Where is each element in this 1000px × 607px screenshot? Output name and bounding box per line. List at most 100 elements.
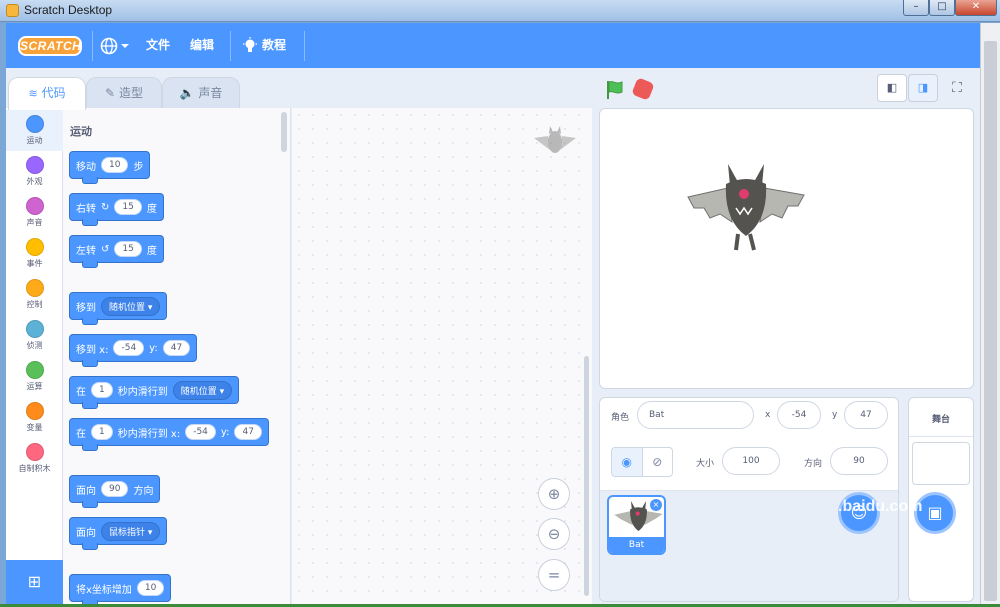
block-text: y: <box>149 342 158 354</box>
zoom-in-button[interactable]: ⊕ <box>538 478 570 510</box>
menu-divider <box>230 31 231 61</box>
block-text: 步 <box>133 161 144 173</box>
tab-sounds[interactable]: 🔈 声音 <box>162 77 240 109</box>
sprite-thumbnail-bat[interactable]: × Bat <box>607 495 666 555</box>
y-input[interactable]: 47 <box>234 424 262 440</box>
size-label: 大小 <box>696 459 715 469</box>
block-text: 度 <box>146 203 157 215</box>
delete-sprite-button[interactable]: × <box>650 499 662 511</box>
category-label: 自制积木 <box>18 464 51 473</box>
green-flag-icon[interactable] <box>604 79 626 101</box>
bat-sprite[interactable] <box>684 164 808 260</box>
category-control[interactable]: 控制 <box>6 274 63 315</box>
direction-label: 方向 <box>804 459 823 469</box>
close-button[interactable]: ✕ <box>955 0 997 16</box>
x-input[interactable]: -54 <box>185 424 216 440</box>
category-variables[interactable]: 变量 <box>6 397 63 438</box>
seconds-input[interactable]: 1 <box>91 382 113 398</box>
x-input[interactable]: -54 <box>113 340 145 356</box>
category-label: 运动 <box>26 136 43 145</box>
block-point-towards[interactable]: 面向 鼠标指针 ▾ <box>69 517 168 550</box>
normal-stage-button[interactable]: ◨ <box>908 74 938 102</box>
category-sensing[interactable]: 侦测 <box>6 315 63 356</box>
direction-input[interactable]: 90 <box>830 447 888 475</box>
category-events[interactable]: 事件 <box>6 233 63 274</box>
block-glide[interactable]: 在 1 秒内滑行到 随机位置 ▾ <box>69 376 240 409</box>
window-title: Scratch Desktop <box>24 3 113 17</box>
goto-target-dropdown[interactable]: 随机位置 ▾ <box>101 296 161 316</box>
tab-code[interactable]: ≋ 代码 <box>8 77 86 110</box>
image-icon: ▣ <box>927 503 943 522</box>
degrees-input[interactable]: 15 <box>114 241 142 257</box>
category-motion[interactable]: 运动 <box>6 110 63 151</box>
language-menu[interactable] <box>100 23 130 68</box>
tutorials-menu[interactable]: 教程 <box>242 23 286 68</box>
divider <box>909 436 973 437</box>
steps-input[interactable]: 10 <box>101 157 129 173</box>
file-menu[interactable]: 文件 <box>146 23 170 68</box>
hide-sprite-button[interactable]: ⊘ <box>643 448 673 476</box>
category-sound[interactable]: 声音 <box>6 192 63 233</box>
sprite-name-input[interactable]: Bat <box>637 401 754 429</box>
palette-scrollbar[interactable] <box>281 112 287 152</box>
degrees-input[interactable]: 15 <box>114 199 142 215</box>
script-area[interactable]: ⊕ ⊖ = <box>292 108 592 604</box>
block-change-x[interactable]: 将x坐标增加 10 <box>69 574 172 604</box>
fullscreen-icon: ⛶ <box>952 80 962 96</box>
block-goto-xy[interactable]: 移到 x: -54 y: 47 <box>69 334 198 367</box>
block-text: 左转 <box>76 245 96 257</box>
speaker-icon: 🔈 <box>179 86 195 100</box>
towards-dropdown[interactable]: 鼠标指针 ▾ <box>101 521 161 541</box>
edit-menu[interactable]: 编辑 <box>190 23 214 68</box>
add-extension-button[interactable]: ⊞ <box>6 560 63 604</box>
zoom-reset-button[interactable]: = <box>538 559 570 591</box>
visibility-toggle: ◉ ⊘ <box>611 447 673 477</box>
size-input[interactable]: 100 <box>722 447 780 475</box>
tab-code-label: 代码 <box>41 86 66 100</box>
palette-section-title: 运动 <box>70 125 92 138</box>
block-turn-right[interactable]: 右转 ↻ 15 度 <box>69 193 164 226</box>
direction-input[interactable]: 90 <box>101 481 129 497</box>
maximize-button[interactable]: □ <box>929 0 955 16</box>
y-input[interactable]: 47 <box>162 340 191 356</box>
tab-costumes[interactable]: ✎ 造型 <box>86 77 162 109</box>
menu-bar: SCRATCH 文件 编辑 教程 <box>6 23 980 68</box>
x-input[interactable]: -54 <box>777 401 821 429</box>
glide-target-dropdown[interactable]: 随机位置 ▾ <box>172 380 233 400</box>
block-move-steps[interactable]: 移动 10 步 <box>69 151 151 184</box>
block-text: 面向 <box>76 485 96 497</box>
dropdown-value: 随机位置 <box>180 386 217 397</box>
category-looks[interactable]: 外观 <box>6 151 63 192</box>
block-text: 在 <box>76 386 86 398</box>
eye-icon: ◉ <box>621 455 632 469</box>
small-stage-button[interactable]: ◧ <box>877 74 907 102</box>
category-dot <box>25 361 44 379</box>
code-icon: ≋ <box>28 87 38 100</box>
block-turn-left[interactable]: 左转 ↺ 15 度 <box>69 235 164 268</box>
script-scrollbar[interactable] <box>584 356 589 596</box>
stage-canvas[interactable] <box>599 108 974 389</box>
block-point-direction[interactable]: 面向 90 方向 <box>69 475 161 508</box>
block-glide-xy[interactable]: 在 1 秒内滑行到 x: -54 y: 47 <box>69 418 269 451</box>
minimize-button[interactable]: – <box>903 0 929 16</box>
y-input[interactable]: 47 <box>844 401 888 429</box>
reset-zoom-icon: = <box>547 566 561 584</box>
window-scrollbar[interactable] <box>980 23 1000 604</box>
category-dot <box>25 197 44 215</box>
seconds-input[interactable]: 1 <box>91 424 113 440</box>
scrollbar-thumb[interactable] <box>984 41 997 601</box>
zoom-out-button[interactable]: ⊖ <box>538 518 570 550</box>
show-sprite-button[interactable]: ◉ <box>612 448 643 476</box>
category-my-blocks[interactable]: 自制积木 <box>6 438 63 479</box>
block-goto[interactable]: 移到 随机位置 ▾ <box>69 292 168 325</box>
scratch-logo[interactable]: SCRATCH <box>18 36 82 56</box>
block-text: 将x坐标增加 <box>76 584 132 596</box>
stage-thumbnail[interactable] <box>912 442 970 485</box>
block-text: y: <box>220 426 230 438</box>
change-x-input[interactable]: 10 <box>136 580 165 596</box>
close-icon: × <box>652 500 660 509</box>
block-text: 移动 <box>76 161 96 173</box>
fullscreen-button[interactable]: ⛶ <box>942 74 972 102</box>
category-operators[interactable]: 运算 <box>6 356 63 397</box>
stop-icon[interactable] <box>631 77 655 101</box>
